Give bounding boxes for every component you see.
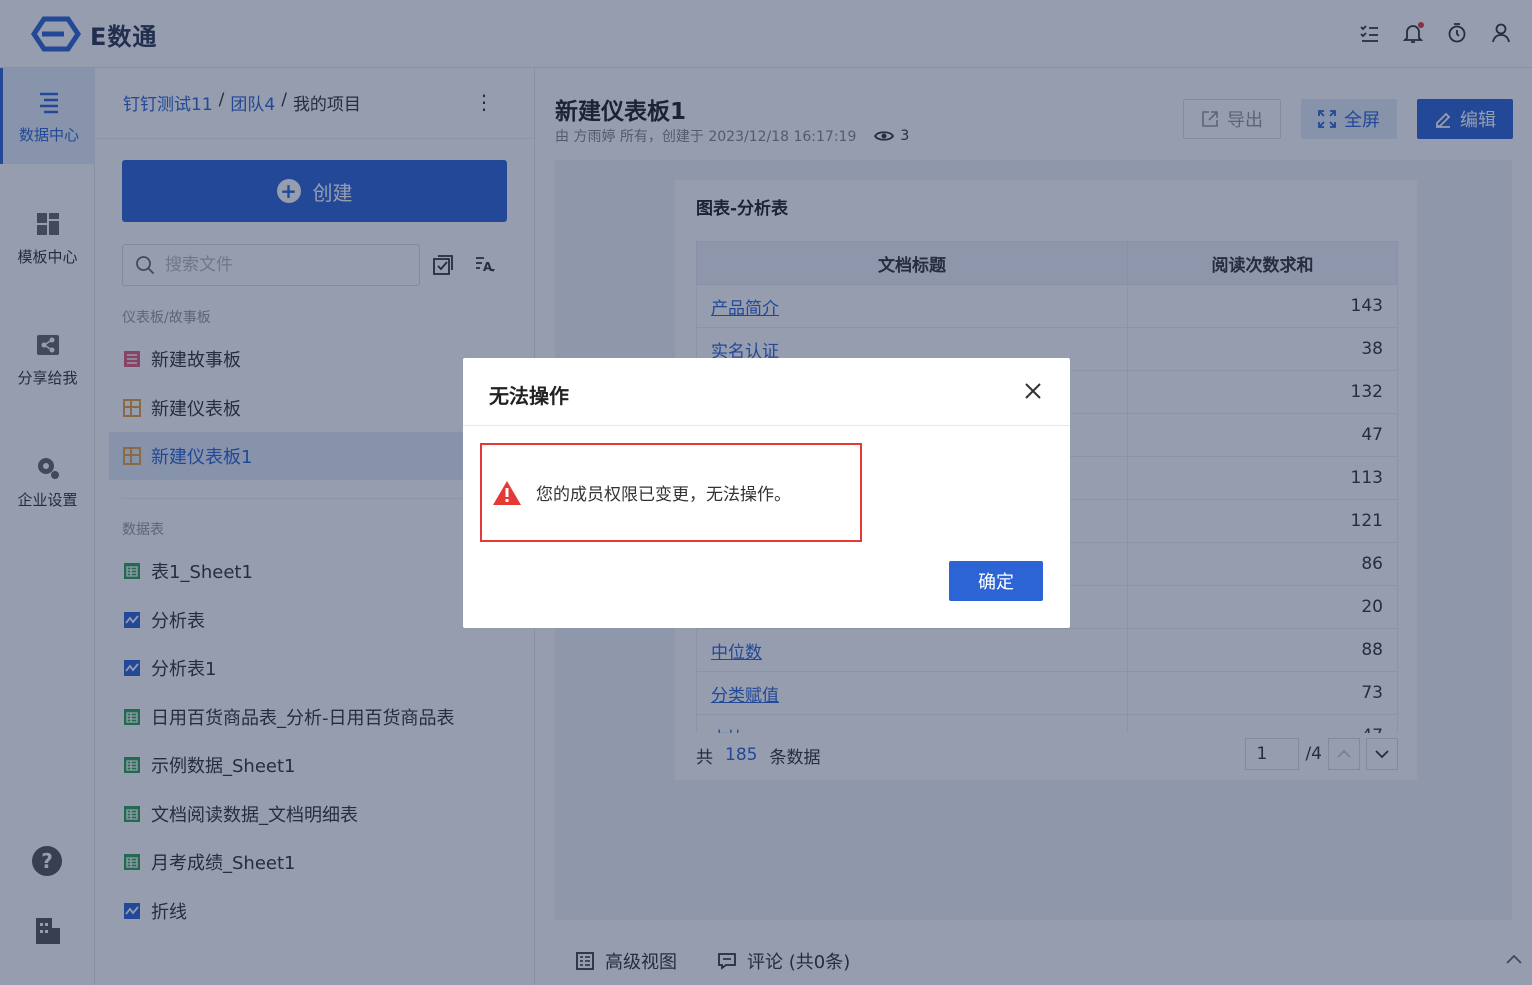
confirm-button[interactable]: 确定 [949, 561, 1043, 601]
close-icon[interactable] [1022, 380, 1044, 402]
error-dialog: 无法操作 您的成员权限已变更，无法操作。 确定 [463, 358, 1070, 628]
divider [463, 425, 1070, 426]
dialog-message: 您的成员权限已变更，无法操作。 [536, 485, 791, 505]
dialog-title: 无法操作 [489, 384, 569, 408]
dialog-message-box: 您的成员权限已变更，无法操作。 [480, 443, 862, 542]
warning-icon [493, 480, 521, 505]
